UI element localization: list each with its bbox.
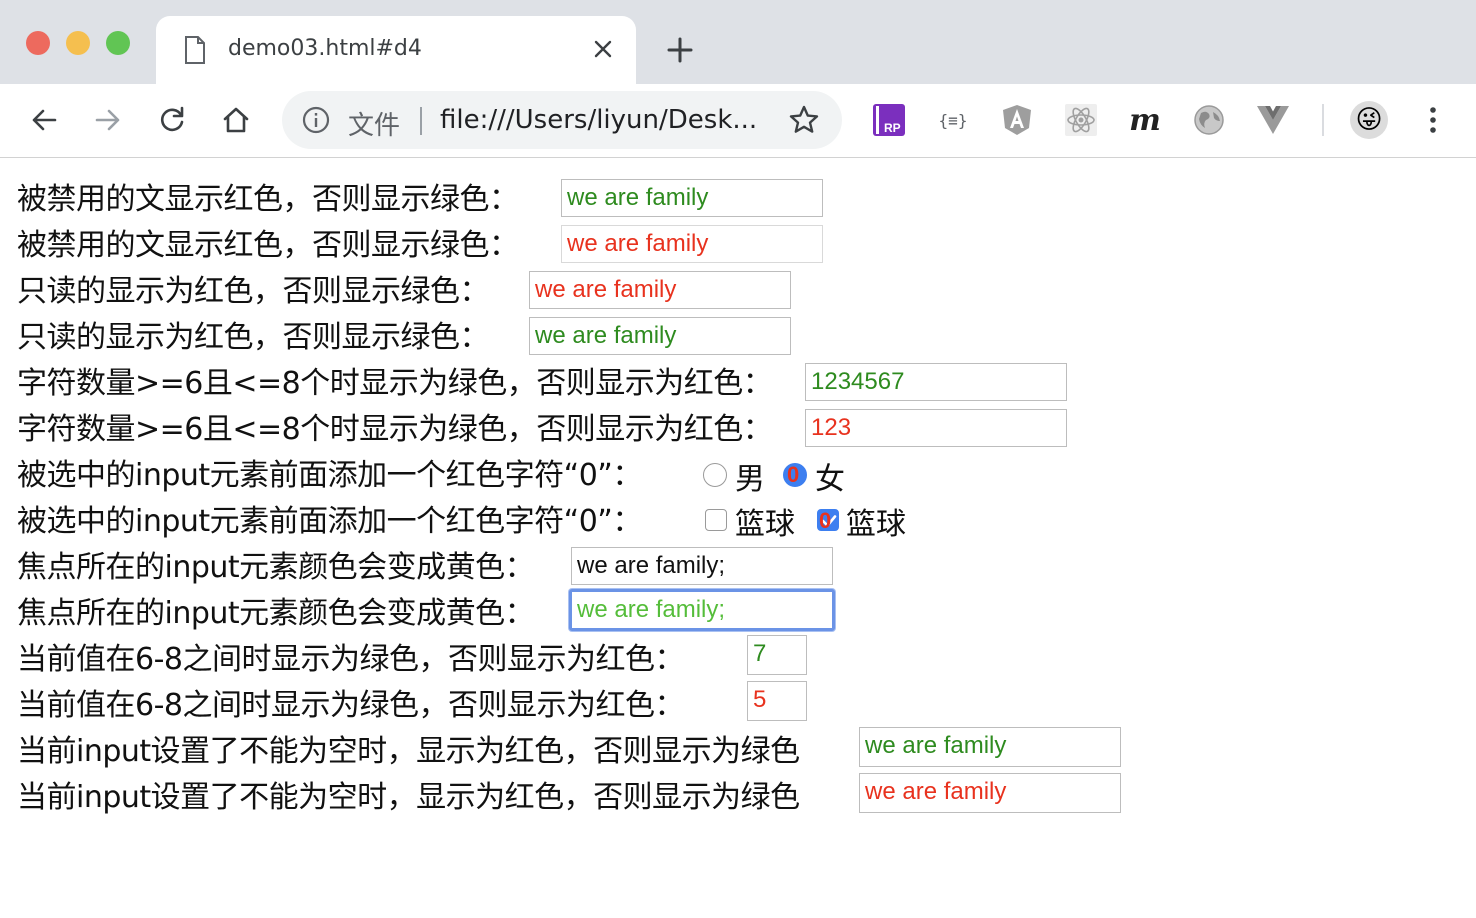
length-invalid-input[interactable]: 123 <box>805 409 1067 447</box>
axure-rp-label: RP <box>884 121 901 135</box>
row-label: 只读的显示为红色，否则显示绿色： <box>17 320 490 355</box>
axure-rp-icon[interactable]: RP <box>872 103 906 137</box>
form-row-length-2: 字符数量>=6且<=8个时显示为绿色，否则显示为红色： <box>17 406 773 447</box>
required-text-input[interactable]: we are family <box>859 773 1121 813</box>
omnibox-divider <box>420 107 422 135</box>
row-label: 当前值在6-8之间时显示为绿色，否则显示为红色： <box>17 688 685 723</box>
form-row-radio: 被选中的input元素前面添加一个红色字符“0”： <box>17 452 642 493</box>
form-row-required-1: 当前input设置了不能为空时，显示为红色，否则显示为绿色 <box>17 728 800 769</box>
checked-zero-marker: 0 <box>787 462 800 487</box>
radio-male-label: 男 <box>735 462 765 497</box>
minimize-window-button[interactable] <box>66 31 90 55</box>
in-range-number-input[interactable]: 7 <box>747 635 807 675</box>
row-label: 焦点所在的input元素颜色会变成黄色： <box>17 596 535 631</box>
row-label: 当前input设置了不能为空时，显示为红色，否则显示为绿色 <box>17 734 800 769</box>
security-chip[interactable]: 文件 <box>348 105 400 142</box>
readonly-text-input[interactable]: we are family <box>529 271 791 309</box>
new-tab-icon[interactable] <box>666 36 694 64</box>
form-row-readonly-2: 只读的显示为红色，否则显示绿色： <box>17 314 490 355</box>
info-icon[interactable] <box>302 106 330 134</box>
form-row-disabled-1: 被禁用的文显示红色，否则显示绿色： <box>17 176 519 217</box>
row-label: 字符数量>=6且<=8个时显示为绿色，否则显示为红色： <box>17 366 773 401</box>
row-label: 字符数量>=6且<=8个时显示为绿色，否则显示为红色： <box>17 412 773 447</box>
row-label: 被选中的input元素前面添加一个红色字符“0”： <box>17 504 642 539</box>
focused-text-input[interactable]: we are family; <box>569 589 835 631</box>
checked-zero-marker: 0 <box>819 508 832 533</box>
angular-icon[interactable] <box>1000 103 1034 137</box>
row-label: 当前input设置了不能为空时，显示为红色，否则显示为绿色 <box>17 780 800 815</box>
reload-icon[interactable] <box>154 102 190 138</box>
forward-icon[interactable] <box>90 102 126 138</box>
address-bar[interactable]: 文件 file:///Users/liyun/Desk... <box>282 91 842 149</box>
row-label: 焦点所在的input元素颜色会变成黄色： <box>17 550 535 585</box>
back-icon[interactable] <box>26 102 62 138</box>
row-label: 只读的显示为红色，否则显示绿色： <box>17 274 490 309</box>
checkbox-basketball-2-label: 篮球 <box>846 507 906 542</box>
row-label: 被禁用的文显示红色，否则显示绿色： <box>17 228 519 263</box>
disabled-text-input: we are family <box>561 225 823 263</box>
close-tab-icon[interactable] <box>592 38 614 60</box>
checkbox-basketball-1-label: 篮球 <box>735 507 795 542</box>
tab-title: demo03.html#d4 <box>228 36 422 61</box>
form-row-focus-1: 焦点所在的input元素颜色会变成黄色： <box>17 544 535 585</box>
form-row-checkbox: 被选中的input元素前面添加一个红色字符“0”： <box>17 498 642 539</box>
page-content: 被禁用的文显示红色，否则显示绿色： we are family 被禁用的文显示红… <box>0 158 1476 918</box>
active-tab[interactable]: demo03.html#d4 <box>156 16 636 84</box>
row-label: 被选中的input元素前面添加一个红色字符“0”： <box>17 458 642 493</box>
required-filled-input[interactable]: we are family <box>859 727 1121 767</box>
globe-icon[interactable] <box>1192 103 1226 137</box>
url-text[interactable]: file:///Users/liyun/Desk... <box>440 105 757 135</box>
profile-avatar[interactable]: 😜 <box>1350 101 1388 139</box>
out-of-range-number-input[interactable]: 5 <box>747 681 807 721</box>
browser-toolbar: 文件 file:///Users/liyun/Desk... RP {≡} m … <box>0 84 1476 158</box>
json-formatter-label: {≡} <box>938 110 968 130</box>
file-icon <box>185 36 205 64</box>
menu-kebab-icon[interactable] <box>1416 103 1450 137</box>
form-row-range-2: 当前值在6-8之间时显示为绿色，否则显示为红色： <box>17 682 685 723</box>
enabled-text-input[interactable]: we are family <box>561 179 823 217</box>
react-icon[interactable] <box>1064 103 1098 137</box>
m-extension-label: m <box>1129 102 1161 138</box>
m-icon[interactable]: m <box>1128 102 1162 138</box>
radio-female-label: 女 <box>815 462 845 497</box>
home-icon[interactable] <box>218 102 254 138</box>
maximize-window-button[interactable] <box>106 31 130 55</box>
form-row-range-1: 当前值在6-8之间时显示为绿色，否则显示为红色： <box>17 636 685 677</box>
vue-icon[interactable] <box>1256 103 1290 137</box>
form-row-length-1: 字符数量>=6且<=8个时显示为绿色，否则显示为红色： <box>17 360 773 401</box>
unfocused-text-input[interactable]: we are family; <box>571 547 833 585</box>
length-valid-input[interactable]: 1234567 <box>805 363 1067 401</box>
radio-male[interactable] <box>703 463 727 487</box>
row-label: 被禁用的文显示红色，否则显示绿色： <box>17 182 519 217</box>
bookmark-star-icon[interactable] <box>788 104 820 136</box>
tab-strip: demo03.html#d4 <box>0 0 1476 84</box>
editable-text-input[interactable]: we are family <box>529 317 791 355</box>
form-row-readonly-1: 只读的显示为红色，否则显示绿色： <box>17 268 490 309</box>
toolbar-divider <box>1322 104 1324 136</box>
row-label: 当前值在6-8之间时显示为绿色，否则显示为红色： <box>17 642 685 677</box>
close-window-button[interactable] <box>26 31 50 55</box>
form-row-required-2: 当前input设置了不能为空时，显示为红色，否则显示为绿色 <box>17 774 800 815</box>
checkbox-basketball-1[interactable] <box>705 509 727 531</box>
form-row-focus-2: 焦点所在的input元素颜色会变成黄色： <box>17 590 535 631</box>
form-row-disabled-2: 被禁用的文显示红色，否则显示绿色： <box>17 222 519 263</box>
json-formatter-icon[interactable]: {≡} <box>936 103 970 137</box>
